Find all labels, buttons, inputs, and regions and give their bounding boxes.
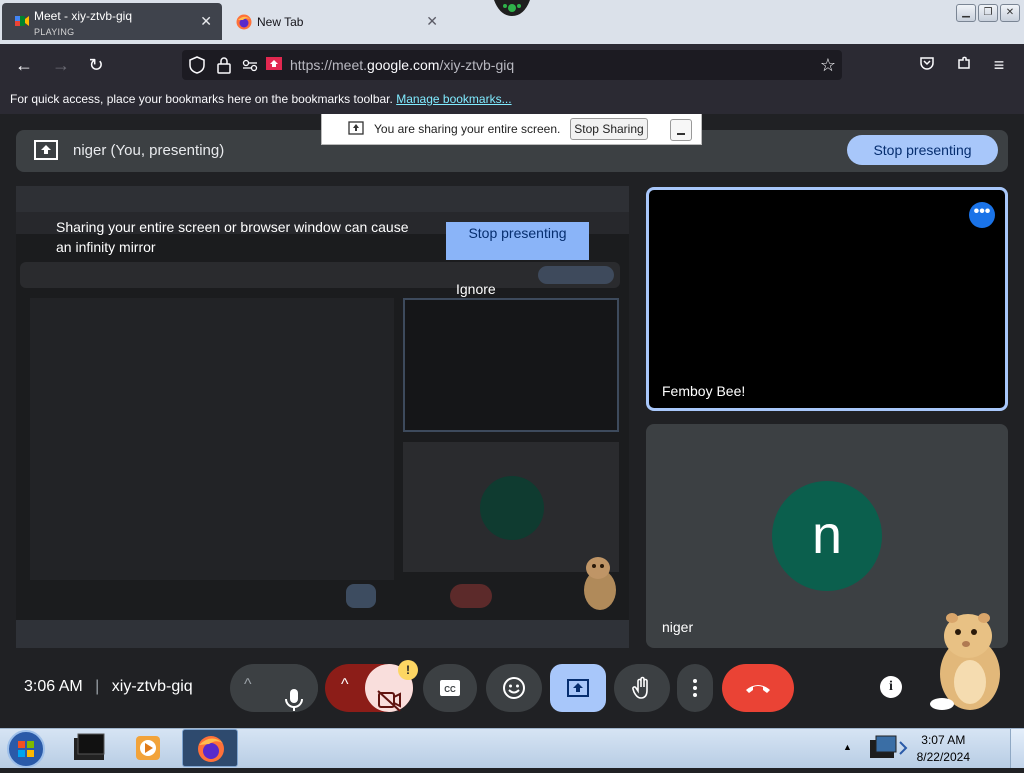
more-options-button[interactable] [677, 664, 713, 712]
close-window-icon[interactable]: ✕ [1000, 4, 1020, 22]
alert-badge: ! [398, 660, 418, 680]
ignore-button[interactable]: Ignore [456, 281, 496, 297]
taskbar-firefox-button[interactable] [182, 729, 238, 767]
tab-title: New Tab [257, 15, 304, 29]
menu-icon[interactable]: ≡ [988, 54, 1010, 76]
firefox-icon [236, 14, 252, 30]
url-bar[interactable]: https://meet.google.com/xiy-ztvb-giq ☆ [182, 50, 842, 80]
meeting-time: 3:06 AM [24, 678, 83, 695]
svg-text:CC: CC [444, 685, 456, 694]
forward-icon[interactable]: → [50, 54, 72, 76]
presenting-label: niger (You, presenting) [73, 142, 225, 159]
participant-tile[interactable]: ••• Femboy Bee! [646, 187, 1008, 411]
window-controls: ▁ ❐ ✕ [956, 4, 1020, 22]
tray-icon[interactable] [866, 734, 910, 767]
pocket-icon[interactable] [916, 54, 938, 76]
microphone-button[interactable] [270, 664, 318, 712]
infinity-mirror-warning: Sharing your entire screen or browser wi… [56, 219, 409, 255]
warning-stop-presenting-button[interactable]: Stop presenting [446, 222, 589, 260]
hamster-sticker [928, 604, 1008, 717]
share-notice-text: You are sharing your entire screen. [374, 122, 561, 136]
tab-new-tab[interactable]: New Tab ✕ [228, 8, 446, 36]
camera-notch [494, 0, 530, 18]
start-button-icon[interactable] [6, 730, 46, 773]
show-desktop-button[interactable] [1010, 729, 1024, 768]
present-screen-icon [34, 140, 58, 165]
present-button[interactable] [550, 664, 606, 712]
permissions-icon[interactable] [242, 57, 258, 78]
meeting-details-icon[interactable]: i [880, 676, 902, 698]
system-date: 8/22/2024 [916, 750, 970, 764]
tab-meet[interactable]: Meet - xiy-ztvb-giq PLAYING ✕ [2, 3, 222, 40]
share-screen-icon [348, 121, 364, 140]
minimize-icon[interactable]: ▁ [956, 4, 976, 22]
minimize-notice-button[interactable] [670, 119, 692, 141]
tray-expand-icon[interactable]: ▲ [843, 742, 852, 752]
system-time: 3:07 AM [921, 733, 966, 747]
captions-button[interactable]: CC [423, 664, 477, 712]
bookmarks-hint: For quick access, place your bookmarks h… [10, 92, 393, 106]
meet-favicon-icon [14, 13, 30, 29]
shield-icon[interactable] [189, 56, 205, 79]
participant-name: niger [662, 619, 694, 635]
screen-share-notice: You are sharing your entire screen. Stop… [321, 114, 702, 145]
participant-name: Femboy Bee! [662, 383, 746, 399]
avatar: n [772, 481, 882, 591]
system-clock[interactable]: 3:07 AM 8/22/2024 [917, 733, 970, 764]
reload-icon[interactable]: ↻ [85, 54, 107, 76]
microphone-button-group: ^ [230, 664, 318, 712]
manage-bookmarks-link[interactable]: Manage bookmarks... [396, 92, 511, 106]
bookmark-star-icon[interactable]: ☆ [820, 55, 836, 76]
back-icon[interactable]: ← [13, 54, 35, 76]
tab-status: PLAYING [34, 27, 75, 37]
more-options-icon[interactable]: ••• [969, 202, 995, 228]
video-options-chevron-icon[interactable]: ^ [341, 676, 349, 694]
media-player-icon[interactable] [132, 732, 164, 769]
audio-options-chevron-icon[interactable]: ^ [244, 676, 252, 694]
close-tab-icon[interactable]: ✕ [426, 13, 438, 30]
url-text: https://meet.google.com/xiy-ztvb-giq [290, 57, 515, 73]
meeting-code: xiy-ztvb-giq [111, 678, 193, 695]
meeting-info: 3:06 AM | xiy-ztvb-giq [24, 678, 193, 695]
raise-hand-button[interactable] [614, 664, 670, 712]
tab-title: Meet - xiy-ztvb-giq [34, 9, 133, 23]
lock-icon[interactable] [217, 56, 231, 79]
bookmarks-toolbar: For quick access, place your bookmarks h… [0, 86, 1024, 114]
screen-share-indicator-icon[interactable] [265, 56, 283, 77]
end-call-button[interactable] [722, 664, 794, 712]
stop-sharing-button[interactable]: Stop Sharing [570, 118, 648, 140]
hamster-sticker-small [578, 550, 618, 617]
close-tab-icon[interactable]: ✕ [200, 13, 212, 30]
restore-icon[interactable]: ❐ [978, 4, 998, 22]
reactions-button[interactable] [486, 664, 542, 712]
extensions-icon[interactable] [953, 54, 975, 76]
taskbar-app-icon[interactable] [72, 732, 108, 769]
stop-presenting-button[interactable]: Stop presenting [847, 135, 998, 165]
